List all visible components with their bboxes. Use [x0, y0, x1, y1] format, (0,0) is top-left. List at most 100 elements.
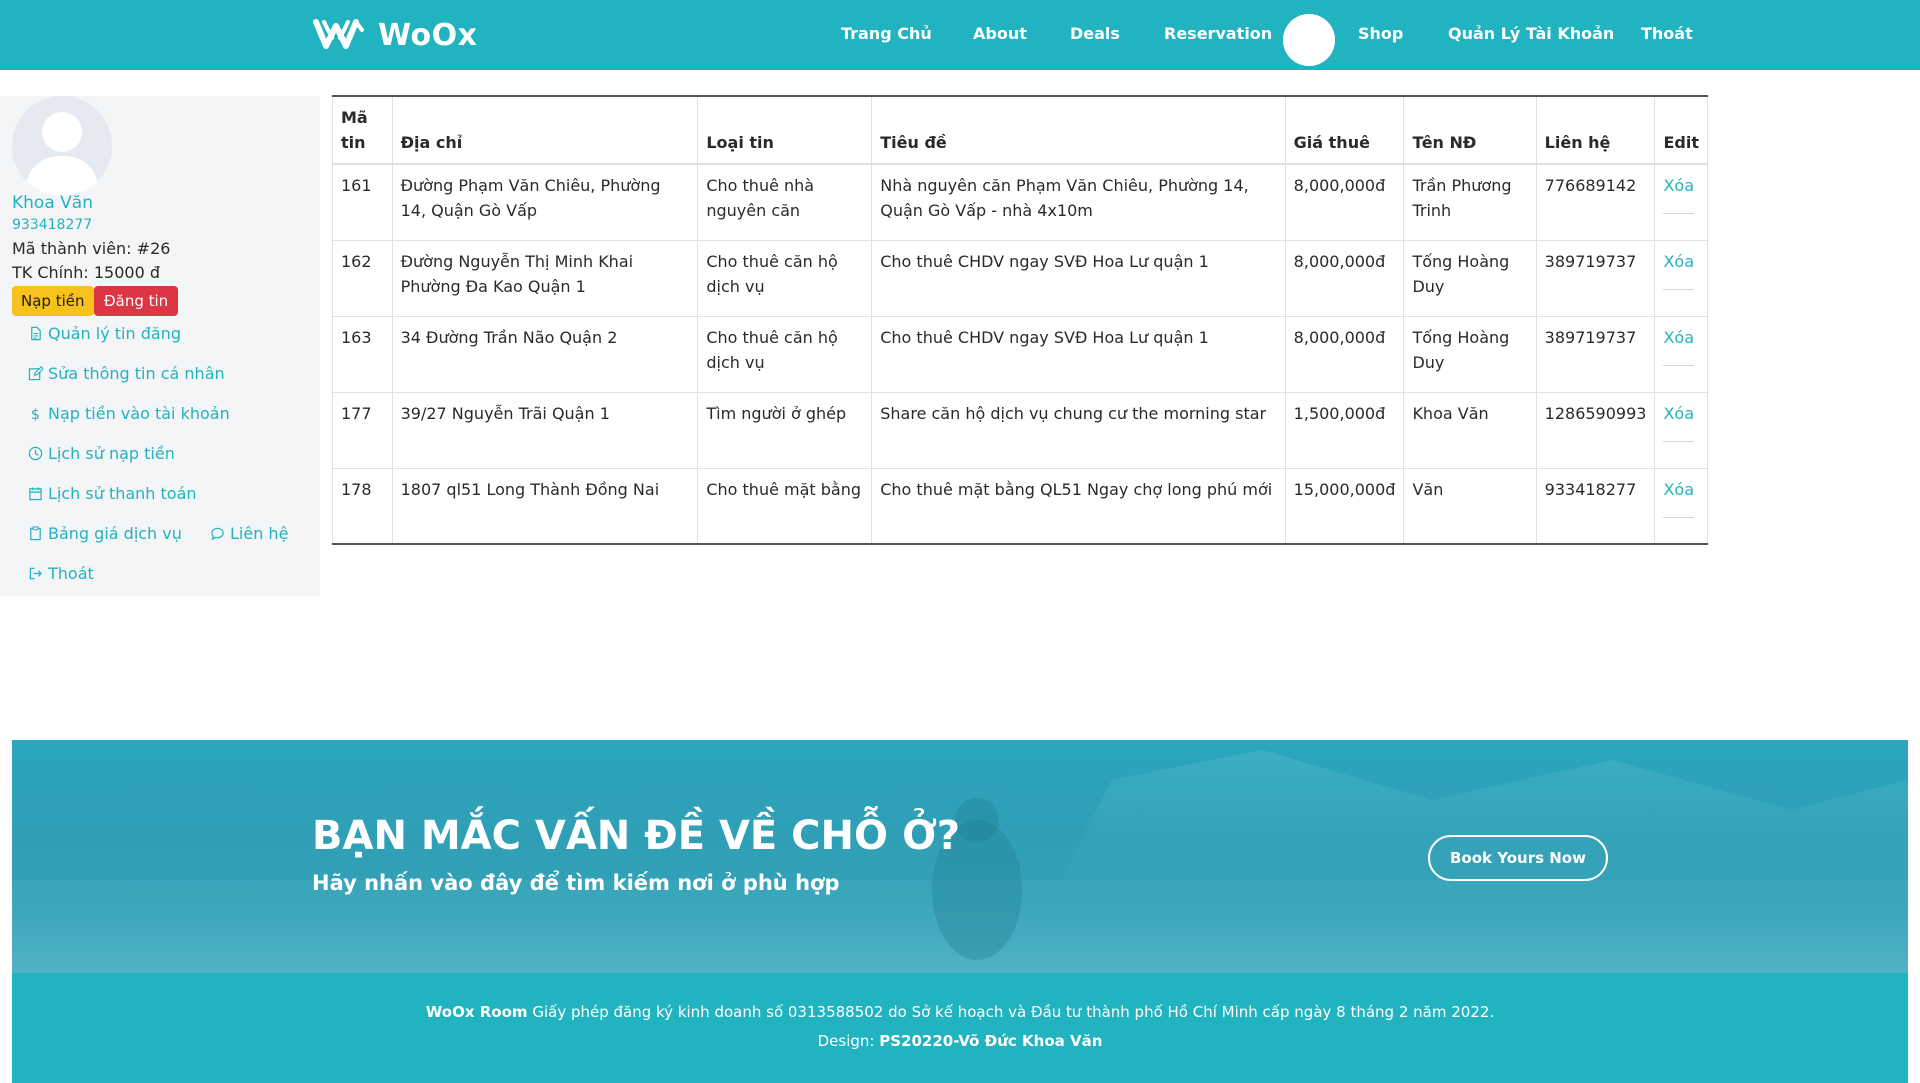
- sidebar-link-label: Nạp tiền vào tài khoản: [48, 404, 230, 423]
- nav-reservation[interactable]: Reservation: [1164, 24, 1272, 43]
- cell-id: 161: [332, 163, 393, 241]
- cell-owner: Khoa Văn: [1403, 391, 1537, 469]
- avatar-placeholder-icon: [1283, 14, 1335, 66]
- cell-owner: Trần Phương Trinh: [1403, 163, 1537, 241]
- nav-account[interactable]: Quản Lý Tài Khoản: [1448, 24, 1614, 43]
- footer-license: WoOx Room Giấy phép đăng ký kinh doanh s…: [12, 1003, 1908, 1021]
- nav-about[interactable]: About: [973, 24, 1027, 43]
- cell-contact: 1286590993: [1535, 391, 1656, 469]
- cta-subtitle[interactable]: Hãy nhấn vào đây để tìm kiếm nơi ở phù h…: [312, 871, 839, 895]
- edit-icon: [28, 366, 43, 381]
- clipboard-icon: [28, 526, 43, 541]
- cell-type: Cho thuê căn hộ dịch vụ: [697, 315, 873, 393]
- cell-contact: 389719737: [1535, 239, 1656, 317]
- cell-edit: Xóa: [1654, 391, 1708, 469]
- sidebar-link-label: Sửa thông tin cá nhân: [48, 364, 225, 383]
- post-listing-button[interactable]: Đăng tin: [94, 286, 179, 316]
- sidebar-link-label: Lịch sử nạp tiền: [48, 444, 175, 463]
- cell-owner: Văn: [1403, 467, 1537, 545]
- cell-type: Cho thuê nhà nguyên căn: [697, 163, 873, 241]
- cell-type: Cho thuê mặt bằng: [697, 467, 873, 545]
- cell-address: 1807 ql51 Long Thành Đồng Nai: [391, 467, 699, 545]
- sidebar-link-label: Bảng giá dịch vụ: [48, 524, 182, 543]
- cell-title: Nhà nguyên căn Phạm Văn Chiêu, Phường 14…: [871, 163, 1286, 241]
- sidebar-link-label: Liên hệ: [230, 524, 289, 543]
- sidebar-link-edit-profile[interactable]: Sửa thông tin cá nhân: [28, 364, 225, 383]
- user-name[interactable]: Khoa Văn: [12, 193, 93, 213]
- cell-type: Tìm người ở ghép: [697, 391, 873, 469]
- account-balance: TK Chính: 15000 đ: [12, 263, 161, 282]
- top-navbar: WoOx Trang Chủ About Deals Reservation S…: [0, 0, 1920, 70]
- column-header: Địa chỉ: [391, 95, 699, 165]
- column-header: Liên hệ: [1535, 95, 1656, 165]
- delete-link[interactable]: Xóa: [1663, 173, 1695, 214]
- delete-link[interactable]: Xóa: [1663, 325, 1695, 366]
- nav-shop[interactable]: Shop: [1358, 24, 1403, 43]
- table-row: 163 34 Đường Trần Não Quận 2 Cho thuê că…: [332, 315, 1708, 393]
- table-row: 162 Đường Nguyễn Thị Minh Khai Phường Đa…: [332, 239, 1708, 317]
- cta-banner[interactable]: BẠN MẮC VẤN ĐỀ VỀ CHỖ Ở? Hãy nhấn vào đâ…: [12, 740, 1908, 973]
- table-row: 177 39/27 Nguyễn Trãi Quận 1 Tìm người ở…: [332, 391, 1708, 469]
- clock-icon: [28, 446, 43, 461]
- cell-id: 178: [332, 467, 393, 545]
- user-avatar[interactable]: [1283, 14, 1335, 66]
- cell-contact: 776689142: [1535, 163, 1656, 241]
- table-header-row: Mã tin Địa chỉ Loại tin Tiêu đề Giá thuê…: [332, 95, 1708, 165]
- column-header: Mã tin: [332, 95, 393, 165]
- cell-owner: Tống Hoàng Duy: [1403, 239, 1537, 317]
- cell-edit: Xóa: [1654, 315, 1708, 393]
- member-id: Mã thành viên: #26: [12, 239, 171, 258]
- table-row: 178 1807 ql51 Long Thành Đồng Nai Cho th…: [332, 467, 1708, 545]
- sidebar-link-deposit-history[interactable]: Lịch sử nạp tiền: [28, 444, 175, 463]
- sidebar-link-price-list[interactable]: Bảng giá dịch vụ: [28, 524, 182, 543]
- sidebar-link-label: Lịch sử thanh toán: [48, 484, 197, 503]
- profile-avatar: [12, 96, 112, 196]
- footer-brand: WoOx Room: [425, 1003, 528, 1021]
- user-phone[interactable]: 933418277: [12, 217, 92, 233]
- column-header: Loại tin: [697, 95, 873, 165]
- delete-link[interactable]: Xóa: [1663, 477, 1695, 518]
- sidebar-link-label: Thoát: [48, 564, 94, 583]
- cell-contact: 389719737: [1535, 315, 1656, 393]
- nav-logout[interactable]: Thoát: [1641, 24, 1693, 43]
- brand-logo[interactable]: WoOx: [312, 10, 478, 60]
- delete-link[interactable]: Xóa: [1663, 401, 1695, 442]
- cell-address: Đường Phạm Văn Chiêu, Phường 14, Quận Gò…: [391, 163, 699, 241]
- footer-license-text: Giấy phép đăng ký kinh doanh số 03135885…: [532, 1003, 1495, 1021]
- cell-type: Cho thuê căn hộ dịch vụ: [697, 239, 873, 317]
- sidebar-link-contact[interactable]: Liên hệ: [210, 524, 288, 543]
- calendar-icon: [28, 486, 43, 501]
- cell-address: 39/27 Nguyễn Trãi Quận 1: [391, 391, 699, 469]
- sidebar-link-payment-history[interactable]: Lịch sử thanh toán: [28, 484, 197, 503]
- account-sidebar: Khoa Văn 933418277 Mã thành viên: #26 TK…: [0, 96, 320, 596]
- cell-title: Cho thuê CHDV ngay SVĐ Hoa Lư quận 1: [871, 239, 1286, 317]
- chat-icon: [210, 526, 225, 541]
- cell-address: Đường Nguyễn Thị Minh Khai Phường Đa Kao…: [391, 239, 699, 317]
- cell-id: 177: [332, 391, 393, 469]
- column-header: Edit: [1654, 95, 1708, 165]
- column-header: Tiêu đề: [871, 95, 1286, 165]
- sidebar-link-deposit[interactable]: $ Nạp tiền vào tài khoản: [28, 404, 230, 423]
- sidebar-link-logout[interactable]: Thoát: [28, 564, 94, 583]
- nav-home[interactable]: Trang Chủ: [841, 24, 932, 43]
- cell-edit: Xóa: [1654, 239, 1708, 317]
- brand-name: WoOx: [378, 17, 478, 53]
- deposit-button[interactable]: Nạp tiền: [12, 286, 94, 316]
- cell-id: 162: [332, 239, 393, 317]
- cell-title: Cho thuê CHDV ngay SVĐ Hoa Lư quận 1: [871, 315, 1286, 393]
- woox-logo-icon: [313, 19, 364, 49]
- delete-link[interactable]: Xóa: [1663, 249, 1695, 290]
- svg-text:$: $: [31, 407, 40, 421]
- nav-deals[interactable]: Deals: [1070, 24, 1120, 43]
- cell-price: 1,500,000đ: [1284, 391, 1405, 469]
- cta-title: BẠN MẮC VẤN ĐỀ VỀ CHỖ Ở?: [312, 813, 961, 859]
- cell-price: 8,000,000đ: [1284, 163, 1405, 241]
- sidebar-link-label: Quản lý tin đăng: [48, 324, 181, 343]
- site-footer: WoOx Room Giấy phép đăng ký kinh doanh s…: [12, 973, 1908, 1083]
- cell-price: 8,000,000đ: [1284, 239, 1405, 317]
- sidebar-link-manage-posts[interactable]: Quản lý tin đăng: [28, 324, 181, 343]
- cell-id: 163: [332, 315, 393, 393]
- cell-price: 8,000,000đ: [1284, 315, 1405, 393]
- book-now-button[interactable]: Book Yours Now: [1428, 835, 1608, 881]
- user-silhouette-icon: [12, 96, 112, 196]
